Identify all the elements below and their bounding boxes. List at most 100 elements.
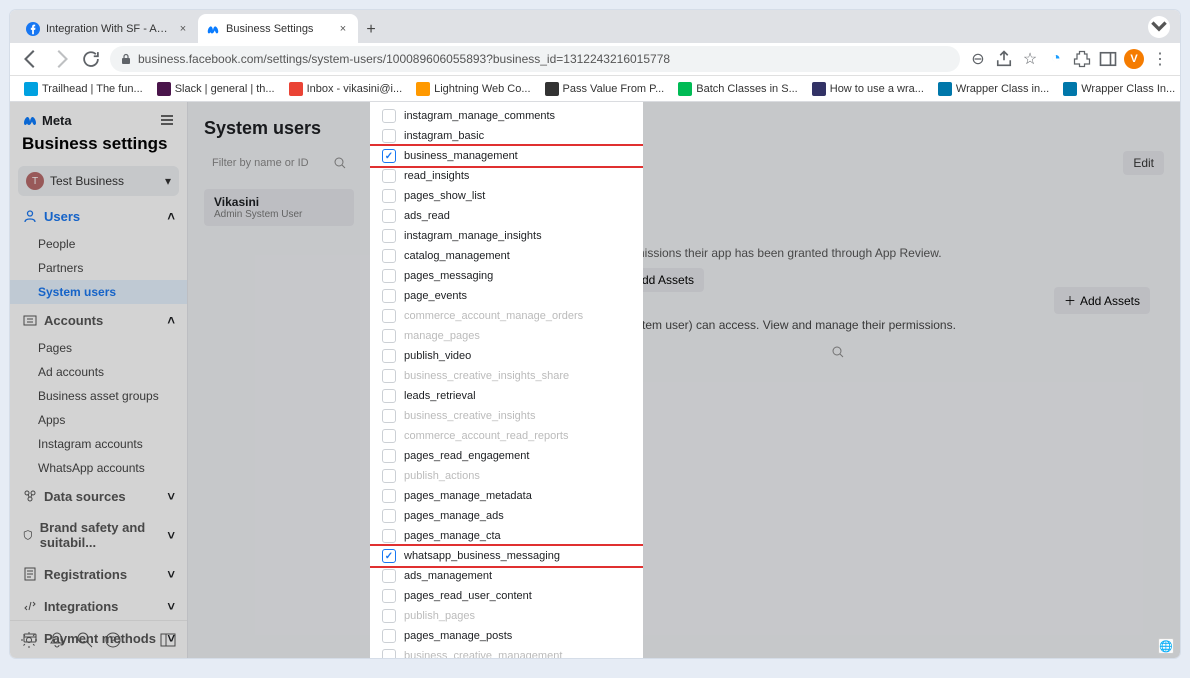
permission-item[interactable]: page_events [370,286,643,306]
close-icon[interactable]: × [176,22,190,36]
checkbox[interactable] [382,169,396,183]
checkbox[interactable] [382,129,396,143]
bookmark-label: How to use a wra... [830,83,924,95]
bookmark-item[interactable]: Wrapper Class In... [1059,80,1179,98]
bookmark-label: Pass Value From P... [563,83,665,95]
checkbox[interactable] [382,609,396,623]
bookmark-item[interactable]: Inbox - vikasini@i... [285,80,407,98]
bookmark-item[interactable]: Trailhead | The fun... [20,80,147,98]
tabs-dropdown-icon[interactable] [1148,16,1170,38]
checkbox[interactable] [382,489,396,503]
permission-item[interactable]: whatsapp_business_messaging [370,546,643,566]
permission-item[interactable]: publish_video [370,346,643,366]
checkbox[interactable] [382,549,396,563]
permission-item[interactable]: catalog_management [370,246,643,266]
checkbox[interactable] [382,389,396,403]
checkbox[interactable] [382,529,396,543]
new-tab-button[interactable]: + [358,17,384,43]
bookmark-label: Lightning Web Co... [434,83,530,95]
permission-label: publish_actions [404,470,480,482]
permission-label: pages_messaging [404,270,493,282]
url-text: business.facebook.com/settings/system-us… [138,52,670,66]
zoom-icon[interactable]: ⊖ [968,49,988,69]
reload-button[interactable] [80,48,102,70]
permission-item[interactable]: pages_manage_posts [370,626,643,646]
browser-tab[interactable]: Integration With SF - App Role × [18,14,198,43]
checkbox[interactable] [382,329,396,343]
bookmark-item[interactable]: How to use a wra... [808,80,928,98]
permission-item[interactable]: commerce_account_read_reports [370,426,643,446]
checkbox[interactable] [382,109,396,123]
checkbox[interactable] [382,309,396,323]
checkbox[interactable] [382,589,396,603]
permission-label: pages_read_engagement [404,450,529,462]
permission-item[interactable]: business_creative_management [370,646,643,658]
permission-item[interactable]: publish_actions [370,466,643,486]
permission-label: pages_manage_ads [404,510,504,522]
extensions-icon[interactable] [1072,49,1092,69]
permission-item[interactable]: pages_show_list [370,186,643,206]
panel-icon[interactable] [1098,49,1118,69]
checkbox[interactable] [382,249,396,263]
permission-label: ads_management [404,570,492,582]
permission-item[interactable]: pages_manage_cta [370,526,643,546]
checkbox[interactable] [382,149,396,163]
browser-tab-active[interactable]: Business Settings × [198,14,358,43]
checkbox[interactable] [382,409,396,423]
permission-item[interactable]: pages_manage_metadata [370,486,643,506]
checkbox[interactable] [382,509,396,523]
checkbox[interactable] [382,569,396,583]
favorite-icon[interactable]: ☆ [1020,49,1040,69]
url-input[interactable]: business.facebook.com/settings/system-us… [110,46,960,72]
refresh-ext-icon[interactable]: ◔ [1046,49,1066,69]
permission-item[interactable]: commerce_account_manage_orders [370,306,643,326]
permission-label: publish_video [404,350,471,362]
checkbox[interactable] [382,449,396,463]
bookmark-item[interactable]: Wrapper Class in... [934,80,1053,98]
forward-button[interactable] [50,48,72,70]
menu-icon[interactable]: ⋮ [1150,49,1170,69]
permission-item[interactable]: pages_messaging [370,266,643,286]
back-button[interactable] [20,48,42,70]
browser-tabbar: Integration With SF - App Role × Busines… [10,10,1180,43]
checkbox[interactable] [382,469,396,483]
checkbox[interactable] [382,649,396,658]
bookmark-label: Batch Classes in S... [696,83,798,95]
permission-item[interactable]: ads_management [370,566,643,586]
permission-item[interactable]: manage_pages [370,326,643,346]
close-icon[interactable]: × [336,22,350,36]
permission-item[interactable]: publish_pages [370,606,643,626]
permission-item[interactable]: business_management [370,146,643,166]
bookmark-item[interactable]: Batch Classes in S... [674,80,802,98]
permission-item[interactable]: pages_read_engagement [370,446,643,466]
checkbox[interactable] [382,429,396,443]
bookmark-favicon [289,82,303,96]
permission-item[interactable]: instagram_manage_insights [370,226,643,246]
checkbox[interactable] [382,229,396,243]
permission-item[interactable]: business_creative_insights [370,406,643,426]
bookmark-item[interactable]: Slack | general | th... [153,80,279,98]
bookmark-item[interactable]: Lightning Web Co... [412,80,534,98]
permission-item[interactable]: leads_retrieval [370,386,643,406]
checkbox[interactable] [382,189,396,203]
permission-item[interactable]: read_insights [370,166,643,186]
checkbox[interactable] [382,209,396,223]
bookmark-favicon [545,82,559,96]
bookmark-favicon [678,82,692,96]
profile-avatar[interactable]: V [1124,49,1144,69]
checkbox[interactable] [382,289,396,303]
permission-item[interactable]: business_creative_insights_share [370,366,643,386]
checkbox[interactable] [382,629,396,643]
checkbox[interactable] [382,369,396,383]
permission-item[interactable]: pages_read_user_content [370,586,643,606]
globe-icon[interactable]: 🌐 [1158,638,1174,654]
permission-item[interactable]: instagram_manage_comments [370,106,643,126]
permission-item[interactable]: pages_manage_ads [370,506,643,526]
checkbox[interactable] [382,349,396,363]
bookmark-item[interactable]: Pass Value From P... [541,80,669,98]
permission-item[interactable]: instagram_basic [370,126,643,146]
permission-label: business_creative_insights_share [404,370,569,382]
share-icon[interactable] [994,49,1014,69]
checkbox[interactable] [382,269,396,283]
permission-item[interactable]: ads_read [370,206,643,226]
